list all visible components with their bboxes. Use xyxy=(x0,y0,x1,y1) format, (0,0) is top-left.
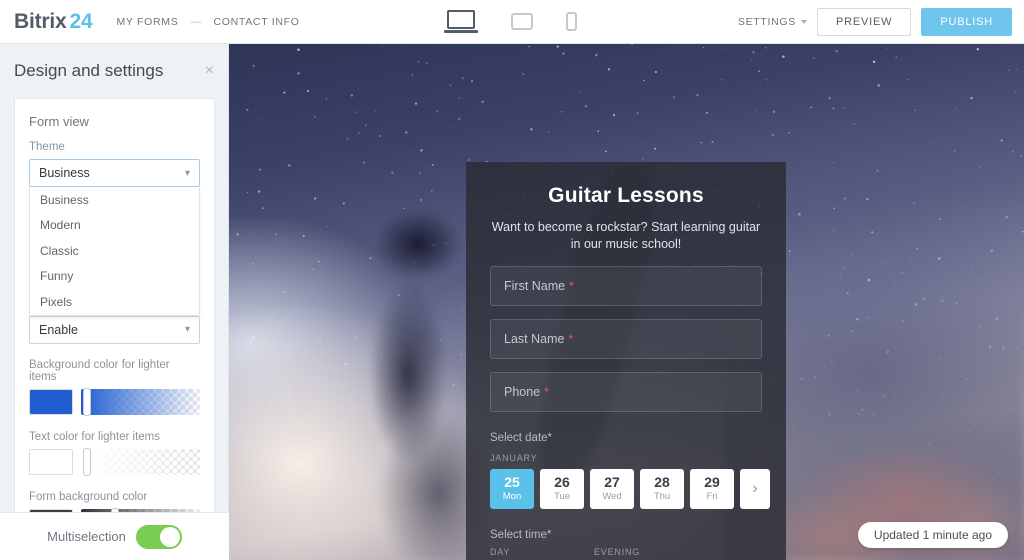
date-chip[interactable]: 28 Thu xyxy=(640,468,684,509)
enable-select[interactable]: Enable ▾ xyxy=(29,315,200,344)
tablet-screen-shape xyxy=(510,13,533,30)
enable-selected-value: Enable xyxy=(39,322,78,337)
slider-gradient xyxy=(81,388,200,415)
multiselection-label: Multiselection xyxy=(47,529,126,544)
date-weekday: Tue xyxy=(553,491,571,503)
phone-placeholder: Phone xyxy=(504,384,541,399)
bg-lighter-swatch[interactable] xyxy=(29,388,73,415)
select-time-label: Select time* xyxy=(490,528,552,541)
last-name-input[interactable]: Last Name * xyxy=(490,318,762,359)
date-day: 27 xyxy=(604,474,620,491)
date-chip-list: 25 Mon 26 Tue 27 Wed 28 Thu 29 Fri › xyxy=(490,468,770,509)
date-day: 29 xyxy=(704,474,720,491)
text-lighter-swatch[interactable] xyxy=(29,448,73,475)
time-slot-columns: DAY 01:00 pm 02:00 pm 03:00 pm EVENING 0… xyxy=(490,547,762,560)
slider-knob[interactable] xyxy=(83,447,91,476)
time-group-day: DAY 01:00 pm 02:00 pm 03:00 pm xyxy=(490,547,562,560)
device-switcher xyxy=(443,10,577,33)
slider-knob[interactable] xyxy=(83,387,91,416)
text-lighter-color-row xyxy=(29,447,200,476)
last-name-required-mark: * xyxy=(568,331,574,346)
date-day: 26 xyxy=(554,474,570,491)
theme-option-modern[interactable]: Modern xyxy=(30,213,199,239)
chevron-down-icon xyxy=(800,19,807,24)
nav-my-forms[interactable]: MY FORMS xyxy=(114,12,180,32)
theme-option-business[interactable]: Business xyxy=(30,187,199,213)
top-nav: MY FORMS — CONTACT INFO xyxy=(114,12,301,32)
text-lighter-opacity-slider[interactable] xyxy=(81,447,200,476)
mobile-screen-shape xyxy=(566,12,577,31)
phone-required-mark: * xyxy=(544,384,549,399)
close-icon[interactable]: × xyxy=(205,63,214,79)
first-name-input[interactable]: First Name * xyxy=(490,265,762,306)
time-group-evening: EVENING 05:00 pm 06:00 pm 07:00 pm xyxy=(594,547,666,560)
select-date-label: Select date* xyxy=(490,431,553,444)
bg-lighter-color-row xyxy=(29,387,200,416)
date-chip[interactable]: 25 Mon xyxy=(490,468,534,509)
page-title: Design and settings xyxy=(14,61,164,80)
top-toolbar: Bitrix 24 MY FORMS — CONTACT INFO SETTIN… xyxy=(0,0,1024,44)
month-label: JANUARY xyxy=(490,452,538,463)
date-weekday: Mon xyxy=(502,491,522,503)
date-weekday: Fri xyxy=(706,491,718,503)
bg-lighter-label: Background color for lighter items xyxy=(29,358,170,383)
desktop-screen-shape xyxy=(446,10,475,29)
device-desktop-icon[interactable] xyxy=(443,10,478,33)
settings-menu-button[interactable]: SETTINGS xyxy=(738,16,807,28)
theme-option-pixels[interactable]: Pixels xyxy=(30,289,199,315)
form-title: Guitar Lessons xyxy=(548,184,704,207)
phone-input[interactable]: Phone * xyxy=(490,371,762,412)
theme-dropdown-list: Business Modern Classic Funny Pixels xyxy=(29,187,200,316)
theme-selected-value: Business xyxy=(39,166,90,180)
lead-form-card: Guitar Lessons Want to become a rockstar… xyxy=(466,162,786,560)
form-bg-label: Form background color xyxy=(29,490,148,503)
design-settings-panel: Design and settings × Form view Theme Bu… xyxy=(0,44,229,560)
settings-label: SETTINGS xyxy=(737,15,796,28)
nav-separator: — xyxy=(190,15,202,28)
multiselection-toggle[interactable] xyxy=(135,524,182,549)
device-mobile-icon[interactable] xyxy=(566,12,577,31)
form-view-group-title: Form view xyxy=(29,114,89,129)
nav-contact-info[interactable]: CONTACT INFO xyxy=(211,12,301,32)
date-day: 28 xyxy=(654,474,670,491)
app-root: Bitrix 24 MY FORMS — CONTACT INFO SETTIN… xyxy=(0,0,1024,560)
date-chip[interactable]: 26 Tue xyxy=(540,468,584,509)
slider-gradient xyxy=(81,448,200,475)
panel-content: Form view Theme Business ▾ Business Mode… xyxy=(14,98,215,512)
theme-option-funny[interactable]: Funny xyxy=(30,264,199,290)
preview-button[interactable]: PREVIEW xyxy=(816,7,912,36)
logo-text: Bitrix xyxy=(14,9,67,33)
bitrix-logo[interactable]: Bitrix 24 xyxy=(14,9,93,34)
bg-lighter-opacity-slider[interactable] xyxy=(81,387,200,416)
time-group-title: EVENING xyxy=(594,546,641,557)
date-chip[interactable]: 29 Fri xyxy=(690,468,734,509)
last-name-placeholder: Last Name xyxy=(504,331,565,346)
first-name-placeholder: First Name xyxy=(504,278,566,293)
desktop-base-shape xyxy=(443,30,478,33)
time-group-title: DAY xyxy=(490,546,511,557)
theme-select[interactable]: Business ▾ xyxy=(29,159,200,187)
panel-header: Design and settings × xyxy=(0,44,228,98)
theme-label: Theme xyxy=(29,141,65,153)
form-subtitle: Want to become a rockstar? Start learnin… xyxy=(491,220,761,251)
status-badge: Updated 1 minute ago xyxy=(857,522,1008,548)
theme-option-classic[interactable]: Classic xyxy=(30,238,199,264)
logo-number: 24 xyxy=(69,9,93,33)
next-dates-arrow-icon[interactable]: › xyxy=(740,468,770,509)
date-chip[interactable]: 27 Wed xyxy=(590,468,634,509)
chevron-down-icon: ▾ xyxy=(184,324,190,335)
first-name-required-mark: * xyxy=(569,278,574,293)
date-day: 25 xyxy=(504,474,520,491)
panel-footer: Multiselection xyxy=(0,512,229,560)
publish-button[interactable]: PUBLISH xyxy=(921,7,1012,36)
date-weekday: Wed xyxy=(602,491,622,503)
toggle-knob xyxy=(159,526,180,547)
chevron-down-icon: ▾ xyxy=(184,167,190,179)
text-lighter-label: Text color for lighter items xyxy=(29,430,161,443)
top-actions: SETTINGS PREVIEW PUBLISH xyxy=(738,7,1012,36)
date-weekday: Thu xyxy=(653,491,671,503)
device-tablet-icon[interactable] xyxy=(510,13,533,30)
